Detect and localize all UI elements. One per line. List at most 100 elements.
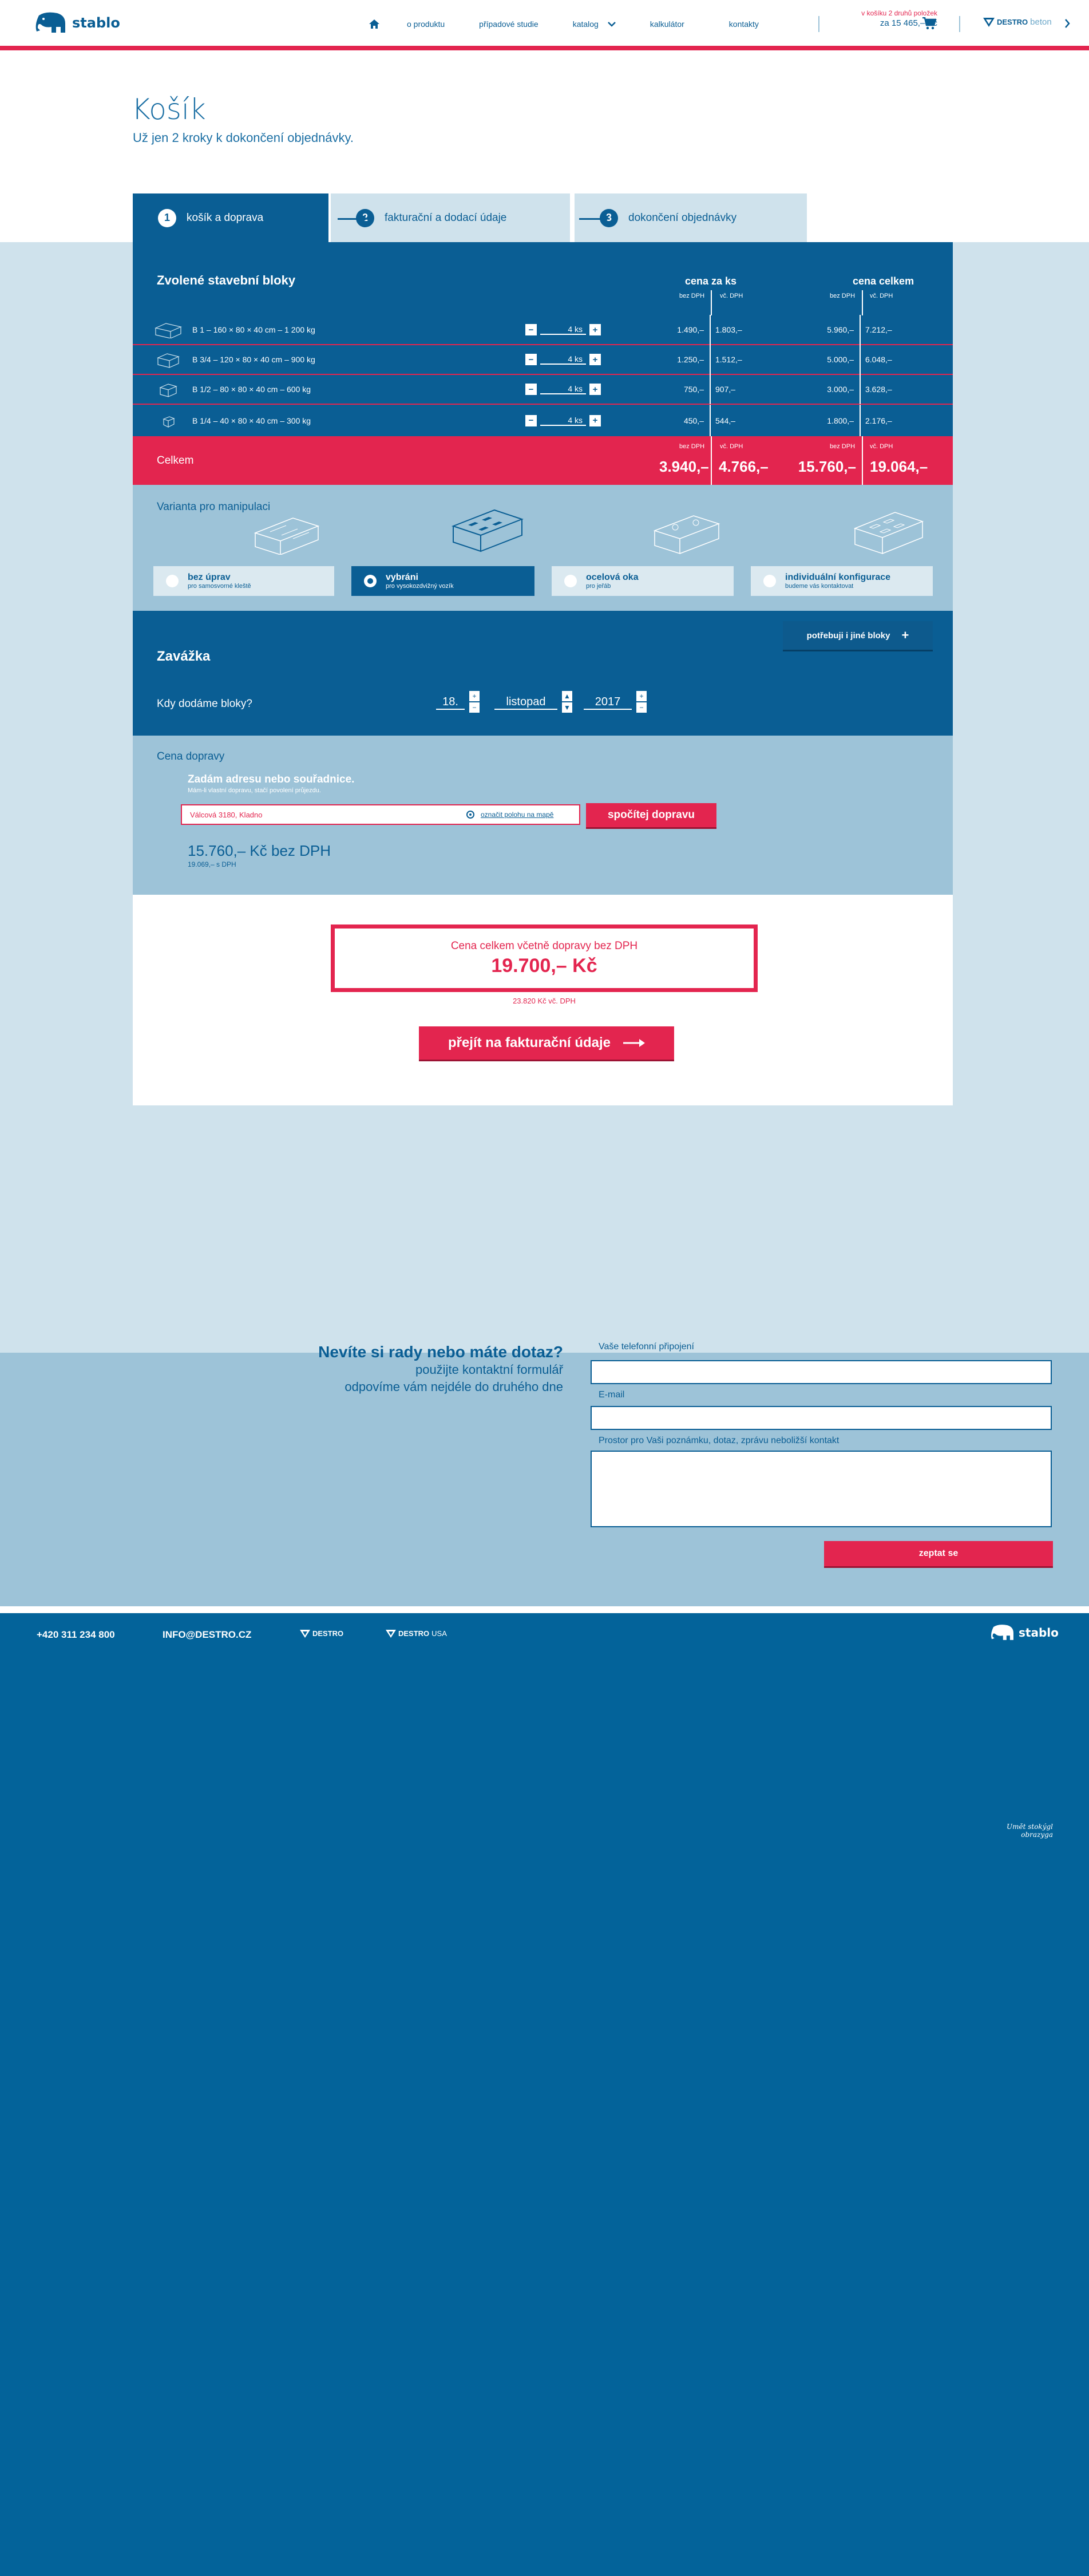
increase-button[interactable]: + xyxy=(589,414,601,426)
destro-beton-link[interactable]: DESTRO beton xyxy=(983,17,1052,27)
total-vc-dph: 7.212,– xyxy=(865,325,892,334)
decrease-button[interactable]: − xyxy=(525,414,537,426)
header-separator xyxy=(818,16,819,32)
footer-email[interactable]: INFO@DESTRO.CZ xyxy=(163,1629,251,1641)
block-forklift-icon xyxy=(452,509,524,552)
destro-logo-icon xyxy=(983,17,995,27)
nav-kontakty[interactable]: kontakty xyxy=(729,19,759,29)
partner-bold: DESTRO xyxy=(997,18,1028,26)
decrease-button[interactable]: − xyxy=(525,354,537,365)
destro-logo-icon xyxy=(300,1629,310,1638)
nav-kalkulator[interactable]: kalkulátor xyxy=(650,19,684,29)
footer-destro-link[interactable]: DESTRO xyxy=(300,1629,343,1638)
col-vc-dph: vč. DPH xyxy=(720,443,743,450)
col-price-heading: cena za ks xyxy=(685,275,737,287)
summary-vat: 23.820 Kč vč. DPH xyxy=(513,997,576,1005)
month-field[interactable]: listopad xyxy=(494,696,557,710)
home-icon[interactable] xyxy=(369,19,379,29)
column-divider xyxy=(860,315,861,345)
delivery-heading: Zavážka xyxy=(157,649,211,664)
table-row: B 3/4 – 120 × 80 × 40 cm – 900 kg − 4 ks… xyxy=(133,345,953,375)
plus-icon: + xyxy=(901,628,909,642)
total-price-bez-dph: 3.940,– xyxy=(659,458,709,475)
year-field[interactable]: 2017 xyxy=(584,696,632,710)
radio-button[interactable] xyxy=(564,575,577,587)
month-up-button[interactable]: ▲ xyxy=(562,691,572,701)
map-link[interactable]: označit polohu na mapě xyxy=(481,811,553,819)
variant-individualni[interactable]: individuální konfigurace budeme vás konta… xyxy=(751,566,933,596)
nav-pripadove-studie[interactable]: případové studie xyxy=(479,19,538,29)
quantity-value[interactable]: 4 ks xyxy=(540,325,586,335)
summary-label: Cena celkem včetně dopravy bez DPH xyxy=(450,940,638,952)
decrease-button[interactable]: − xyxy=(525,324,537,335)
radio-button-selected[interactable] xyxy=(364,575,377,587)
phone-input[interactable] xyxy=(591,1360,1052,1384)
footer-brand-logo[interactable]: stablo xyxy=(990,1623,1059,1642)
variant-bez-uprav[interactable]: bez úprav pro samosvorné kleště xyxy=(153,566,334,596)
increase-button[interactable]: + xyxy=(589,354,601,365)
table-row: B 1 – 160 × 80 × 40 cm – 1 200 kg − 4 ks… xyxy=(133,315,953,345)
block-plain-icon xyxy=(254,517,320,555)
day-field[interactable]: 18. xyxy=(436,696,465,710)
summary-section: Cena celkem včetně dopravy bez DPH 19.70… xyxy=(133,895,953,1105)
total-price-vc-dph: 4.766,– xyxy=(719,458,769,475)
year-up-button[interactable]: + xyxy=(636,691,647,701)
phone-label: Vaše telefonní připojení xyxy=(599,1342,694,1352)
address-input[interactable]: Válcová 3180, Kladno označit polohu na m… xyxy=(181,804,580,825)
increase-button[interactable]: + xyxy=(589,384,601,395)
total-bez-dph: 3.000,– xyxy=(827,385,854,394)
submit-question-button[interactable]: zeptat se xyxy=(824,1541,1053,1566)
chevron-down-icon[interactable] xyxy=(607,21,616,27)
footer-destro-usa-link[interactable]: DESTRO USA xyxy=(386,1629,447,1638)
target-icon[interactable] xyxy=(466,810,475,819)
column-divider xyxy=(860,374,861,404)
brand-name: stablo xyxy=(72,15,120,31)
footer-phone[interactable]: +420 311 234 800 xyxy=(37,1629,115,1641)
radio-button[interactable] xyxy=(763,575,776,587)
cart-icon[interactable] xyxy=(922,17,936,30)
month-down-button[interactable]: ▼ xyxy=(562,702,572,713)
increase-button[interactable]: + xyxy=(589,324,601,335)
quantity-value[interactable]: 4 ks xyxy=(540,354,586,365)
chevron-right-icon[interactable] xyxy=(1064,19,1070,28)
column-divider xyxy=(862,436,863,485)
year-down-button[interactable]: − xyxy=(636,702,647,713)
contact-heading: Nevíte si rady nebo máte dotaz? xyxy=(318,1343,563,1361)
price-bez-dph: 750,– xyxy=(683,385,704,394)
step-number: 1 xyxy=(158,208,176,227)
column-divider xyxy=(860,345,861,374)
step-label: fakturační a dodací údaje xyxy=(385,211,507,224)
nav-katalog[interactable]: katalog xyxy=(573,19,599,29)
option-title: vybráni xyxy=(386,572,418,582)
nav-o-produktu[interactable]: o produktu xyxy=(407,19,445,29)
brand-logo[interactable]: stablo xyxy=(34,10,120,35)
footer-brand-name: stablo xyxy=(1019,1626,1059,1639)
column-divider xyxy=(710,315,711,345)
variant-vybrani[interactable]: vybráni pro vysokozdvižný vozík xyxy=(351,566,534,596)
quantity-value[interactable]: 4 ks xyxy=(540,416,586,426)
day-down-button[interactable]: − xyxy=(469,702,480,713)
calc-transport-button[interactable]: spočítej dopravu xyxy=(586,803,716,827)
message-textarea[interactable] xyxy=(591,1451,1052,1527)
table-row: B 1/2 – 80 × 80 × 40 cm – 600 kg − 4 ks … xyxy=(133,374,953,405)
cart-summary[interactable]: v košíku 2 druhů položek za 15 465,– Kč xyxy=(834,9,937,28)
col-bez-dph: bez DPH xyxy=(830,443,856,450)
col-total-heading: cena celkem xyxy=(853,275,914,287)
next-step-button[interactable]: přejít na fakturační údaje xyxy=(419,1026,674,1060)
quantity-value[interactable]: 4 ks xyxy=(540,384,586,394)
price-bez-dph: 450,– xyxy=(683,416,704,425)
email-label: E-mail xyxy=(599,1390,625,1400)
day-up-button[interactable]: + xyxy=(469,691,480,701)
total-label: Celkem xyxy=(157,455,194,467)
decrease-button[interactable]: − xyxy=(525,384,537,395)
block-b1-icon xyxy=(155,323,182,338)
variant-ocelova-oka[interactable]: ocelová oka pro jeřáb xyxy=(552,566,734,596)
email-input[interactable] xyxy=(591,1406,1052,1430)
option-subtitle: pro vysokozdvižný vozík xyxy=(386,583,454,590)
step-3[interactable]: 3 dokončení objednávky xyxy=(575,193,807,242)
radio-button[interactable] xyxy=(166,575,179,587)
variant-heading: Varianta pro manipulaci xyxy=(157,501,271,513)
option-subtitle: budeme vás kontaktovat xyxy=(785,583,854,590)
step-1[interactable]: 1 košík a doprava xyxy=(133,193,328,242)
other-blocks-button[interactable]: potřebuji i jiné bloky + xyxy=(783,621,933,650)
